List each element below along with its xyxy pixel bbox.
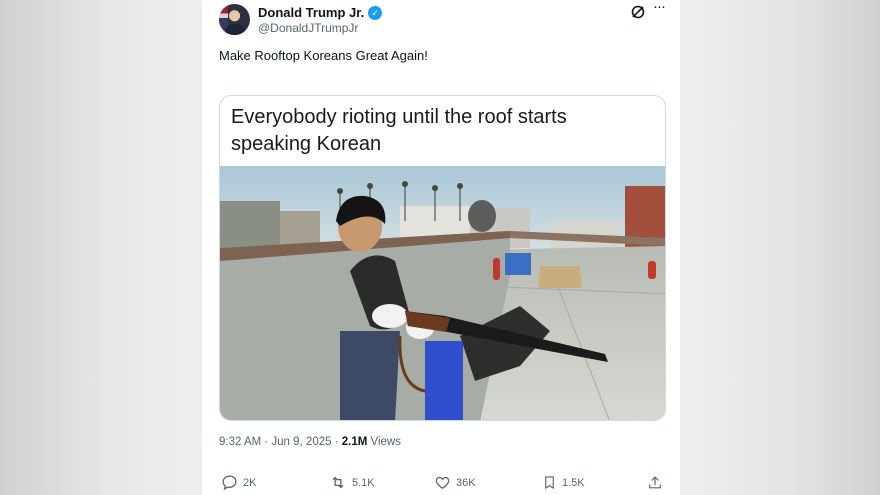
tweet-card[interactable]: Donald Trump Jr. ✓ @DonaldJTrumpJr ··· M… [202, 0, 680, 495]
avatar-figure [225, 24, 245, 35]
display-name-text: Donald Trump Jr. [258, 5, 365, 20]
avatar[interactable] [219, 4, 250, 35]
repost-count: 5.1K [352, 476, 375, 489]
heart-icon [435, 476, 450, 489]
tweet-metadata: 9:32 AM · Jun 9, 2025 · 2.1M Views [219, 436, 401, 448]
tweet-media[interactable]: Everyobody rioting until the roof starts… [219, 95, 666, 421]
share-button[interactable] [647, 474, 663, 491]
media-caption: Everyobody rioting until the roof starts… [231, 106, 567, 155]
more-options-icon[interactable]: ··· [650, 0, 668, 17]
reply-button[interactable]: 2K [221, 474, 256, 491]
bookmark-icon [545, 476, 554, 490]
views-label: Views [367, 436, 401, 448]
user-handle[interactable]: @DonaldJTrumpJr [258, 21, 358, 35]
display-name[interactable]: Donald Trump Jr. ✓ [258, 5, 383, 20]
views-count: 2.1M [341, 436, 368, 448]
like-button[interactable]: 36K [434, 474, 476, 491]
reply-count: 2K [243, 476, 257, 489]
repost-button[interactable]: 5.1K [329, 474, 375, 491]
repost-icon [332, 476, 344, 489]
bookmark-count: 1.5K [562, 476, 585, 489]
bookmark-button[interactable]: 1.5K [542, 474, 585, 491]
rooftop-photo [220, 166, 665, 420]
grok-icon-glyph [631, 5, 645, 19]
reply-icon [222, 475, 237, 491]
tweet-text: Make Rooftop Koreans Great Again! [219, 48, 428, 63]
timestamp[interactable]: 9:32 AM · Jun 9, 2025 · [219, 436, 342, 448]
grok-icon[interactable] [630, 4, 646, 20]
verified-badge-icon: ✓ [368, 5, 383, 20]
action-bar: 2K 5.1K 36K 1.5K [219, 474, 666, 494]
like-count: 36K [456, 476, 476, 489]
share-icon [649, 476, 661, 489]
